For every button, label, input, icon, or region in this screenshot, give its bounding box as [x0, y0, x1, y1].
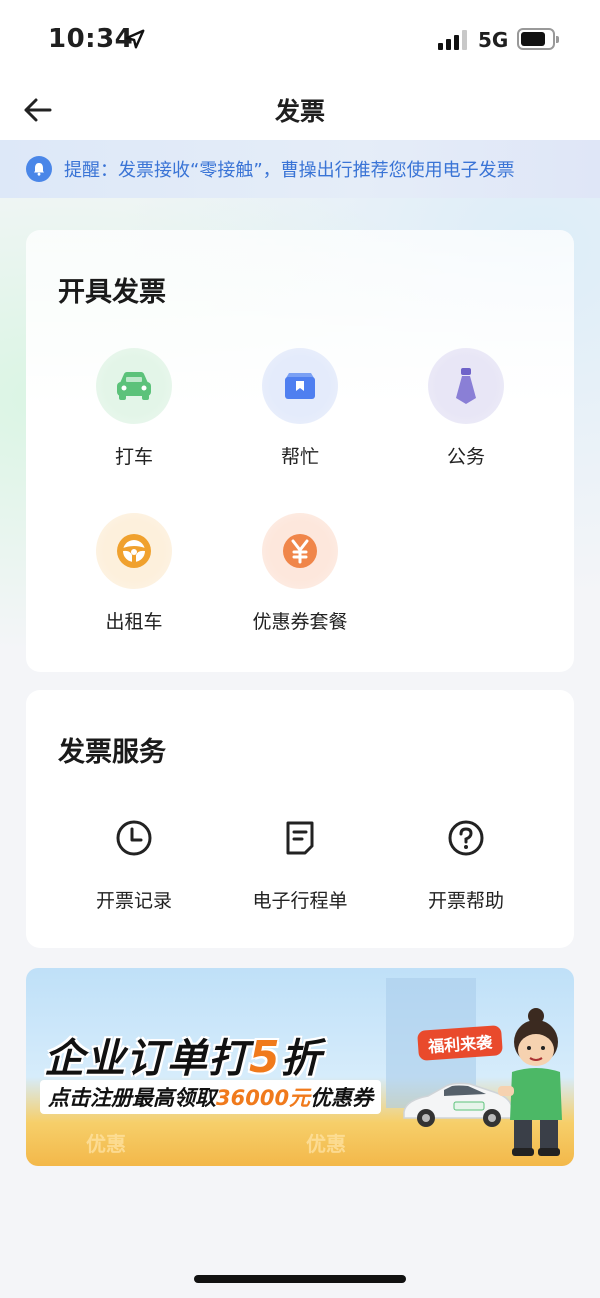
- location-arrow-icon: [125, 29, 145, 49]
- ground-text: 优惠: [86, 1132, 126, 1156]
- necktie-icon: [428, 348, 504, 424]
- page-title: 发票: [274, 97, 325, 126]
- battery-icon: [517, 28, 559, 50]
- promo-subline: 点击注册最高领取36000元优惠券: [40, 1080, 382, 1114]
- service-item-label: 开票帮助: [427, 890, 504, 912]
- service-item-invoice-history[interactable]: 开票记录: [51, 818, 217, 913]
- clock-icon: [116, 820, 152, 856]
- bell-icon: [26, 156, 52, 182]
- invoice-item-errand[interactable]: 帮忙: [217, 348, 383, 469]
- invoice-item-label: 公务: [446, 446, 485, 468]
- invoice-item-label: 出租车: [105, 611, 163, 633]
- service-item-label: 开票记录: [95, 890, 172, 912]
- invoice-item-label: 帮忙: [280, 446, 319, 468]
- network-label: 5G: [478, 28, 509, 52]
- mascot-illustration: [498, 1008, 562, 1156]
- nav-bar: 发票: [0, 80, 600, 140]
- service-item-e-itinerary[interactable]: 电子行程单: [217, 818, 383, 913]
- notice-text: 提醒：发票接收“零接触”，曹操出行推荐您使用电子发票: [64, 160, 515, 181]
- invoice-item-business[interactable]: 公务: [383, 348, 549, 469]
- invoice-item-taxi[interactable]: 出租车: [51, 513, 217, 634]
- home-indicator[interactable]: [194, 1275, 406, 1283]
- service-item-label: 电子行程单: [252, 890, 348, 912]
- document-icon: [286, 821, 314, 855]
- sub-suffix: 优惠券: [310, 1086, 374, 1110]
- headline-suffix: 折: [280, 1036, 322, 1082]
- sub-prefix: 点击注册最高领取: [48, 1086, 216, 1110]
- invoice-item-label: 优惠券套餐: [252, 611, 348, 633]
- bookmark-box-icon: [262, 348, 338, 424]
- promo-headline: 企业订单打5折: [44, 1026, 322, 1084]
- invoice-service-card: 发票服务 开票记录 电子行程单 开票帮助: [26, 690, 574, 948]
- benefit-tag: 福利来袭: [417, 1025, 503, 1061]
- sub-amount: 36000元: [216, 1086, 311, 1110]
- notice-bar: 提醒：发票接收“零接触”，曹操出行推荐您使用电子发票: [0, 140, 600, 198]
- signal-bars-icon: [438, 30, 467, 50]
- status-time: 10:34: [48, 24, 134, 54]
- headline-prefix: 企业订单打: [44, 1036, 249, 1082]
- yuan-coin-icon: [262, 513, 338, 589]
- headline-discount: 5: [249, 1032, 281, 1083]
- service-item-invoice-help[interactable]: 开票帮助: [383, 818, 549, 913]
- steering-wheel-icon: [96, 513, 172, 589]
- question-circle-icon: [448, 820, 484, 856]
- status-bar: 10:34 5G: [0, 0, 600, 80]
- invoice-item-taxi-ride[interactable]: 打车: [51, 348, 217, 469]
- car-icon: [96, 348, 172, 424]
- invoice-item-label: 打车: [114, 446, 153, 468]
- promo-banner[interactable]: 优惠 优惠 企业订单打5折 点击注册最高领取36000元优惠券 福利来袭: [26, 968, 574, 1166]
- invoice-item-coupon-package[interactable]: 优惠券套餐: [217, 513, 383, 634]
- issue-invoice-card: 开具发票 打车 帮忙 公务 出租车 优惠券套餐: [26, 230, 574, 672]
- invoice-service-title: 发票服务: [58, 737, 166, 768]
- ground-text: 优惠: [306, 1132, 346, 1156]
- issue-invoice-title: 开具发票: [58, 277, 166, 308]
